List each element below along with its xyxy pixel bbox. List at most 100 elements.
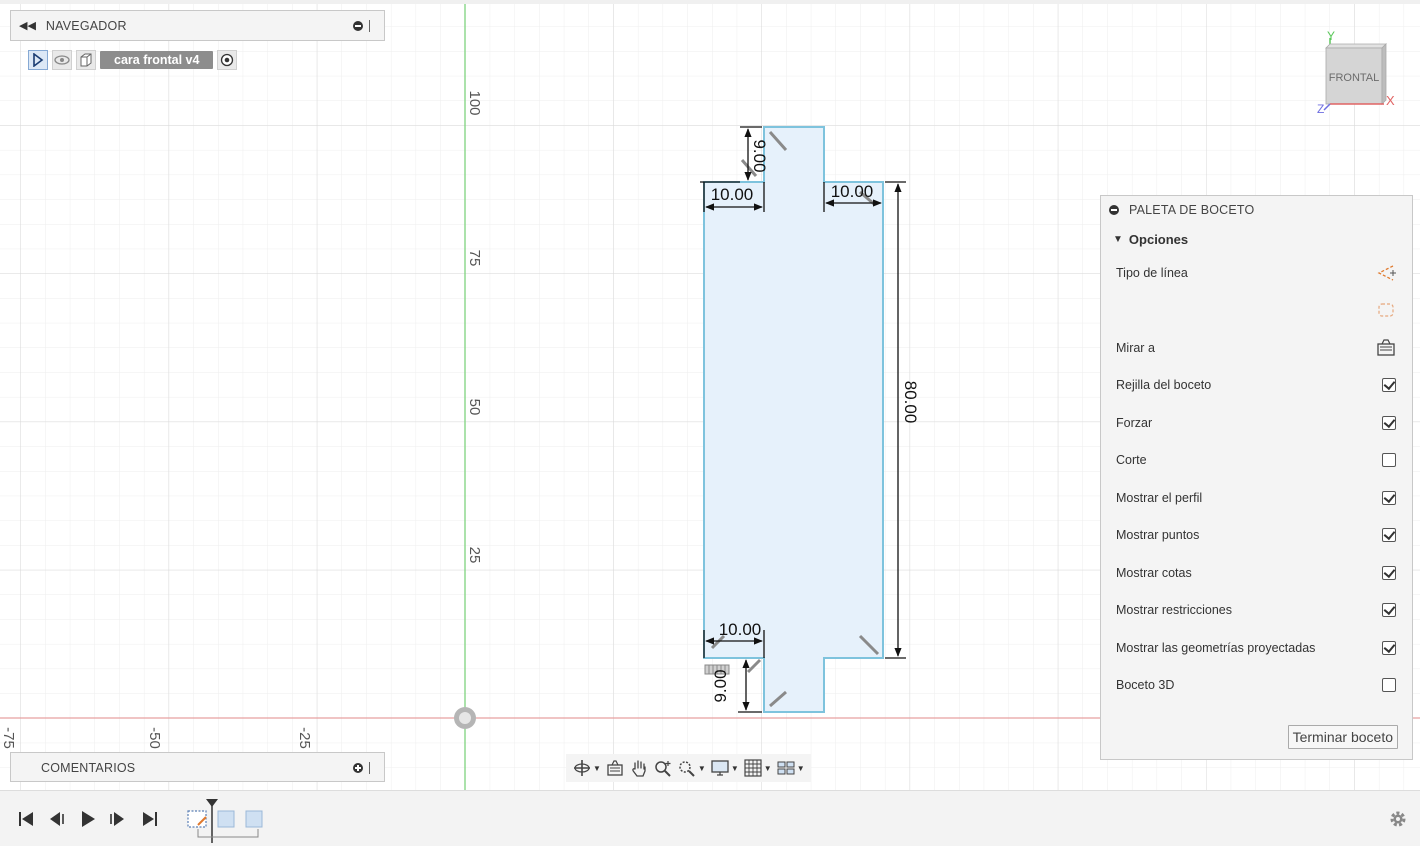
comments-title: COMENTARIOS xyxy=(41,760,136,775)
viewcube-x-label: X xyxy=(1386,93,1395,108)
look-at-icon[interactable] xyxy=(1376,338,1396,358)
viewports-icon[interactable]: ▼ xyxy=(776,756,805,780)
snap-checkbox[interactable] xyxy=(1382,415,1396,430)
visibility-eye-icon[interactable] xyxy=(52,50,72,70)
dim-total-height[interactable]: 80.00 xyxy=(901,381,920,424)
palette-row-show-constraints: Mostrar restricciones xyxy=(1101,592,1412,630)
v-tick-100: 100 xyxy=(466,90,483,115)
row-label: Corte xyxy=(1116,453,1147,468)
play-icon[interactable] xyxy=(78,809,98,829)
options-section-title: Opciones xyxy=(1128,231,1189,247)
row-label: Mostrar puntos xyxy=(1116,528,1200,543)
timeline-bar xyxy=(0,790,1420,846)
dim-top-height[interactable]: 9.00 xyxy=(750,139,769,172)
centerline-icon[interactable] xyxy=(1376,300,1396,320)
viewcube-y-label: Y xyxy=(1327,29,1335,43)
options-section-header[interactable]: ▼ Opciones xyxy=(1101,224,1412,254)
show-dimensions-checkbox[interactable] xyxy=(1382,565,1396,580)
row-label: Boceto 3D xyxy=(1116,678,1175,693)
palette-row-slice: Corte xyxy=(1101,442,1412,480)
look-at-icon[interactable] xyxy=(605,756,625,780)
fit-zoom-icon[interactable]: ▼ xyxy=(677,756,706,780)
navigator-title: NAVEGADOR xyxy=(45,18,127,33)
collapse-triangle-icon: ▼ xyxy=(1113,233,1123,245)
construction-line-icon[interactable] xyxy=(1376,263,1396,283)
navigation-toolbar: ▼ ▼ ▼ ▼ ▼ xyxy=(566,754,811,782)
palette-row-show-dimensions: Mostrar cotas xyxy=(1101,554,1412,592)
palette-row-show-projected: Mostrar las geometrías proyectadas xyxy=(1101,629,1412,667)
3d-sketch-checkbox[interactable] xyxy=(1382,678,1396,693)
go-to-start-icon[interactable] xyxy=(16,809,36,829)
row-label: Tipo de línea xyxy=(1116,265,1188,280)
display-settings-icon[interactable]: ▼ xyxy=(710,756,739,780)
row-label: Mostrar cotas xyxy=(1116,565,1192,580)
step-back-icon[interactable] xyxy=(46,809,66,829)
dim-top-right-width[interactable]: 10.00 xyxy=(831,182,874,201)
comments-header: COMENTARIOS xyxy=(11,753,384,782)
expand-triangle-icon[interactable] xyxy=(28,50,48,70)
palette-row-show-profile: Mostrar el perfil xyxy=(1101,479,1412,517)
palette-row-sketch-grid: Rejilla del boceto xyxy=(1101,367,1412,405)
palette-row-3d-sketch: Boceto 3D xyxy=(1101,667,1412,705)
panel-grip-icon[interactable] xyxy=(369,19,376,32)
slice-checkbox[interactable] xyxy=(1382,453,1396,468)
minimize-icon[interactable] xyxy=(1109,205,1119,215)
row-label: Mostrar restricciones xyxy=(1116,603,1232,618)
v-tick-25: 25 xyxy=(466,547,483,564)
viewcube-top-face[interactable] xyxy=(1325,43,1387,49)
origin-point[interactable] xyxy=(454,707,476,729)
activate-radio-icon[interactable] xyxy=(217,50,238,70)
timeline-features[interactable] xyxy=(184,799,274,843)
add-comment-icon[interactable] xyxy=(353,762,363,773)
panel-grip-icon[interactable] xyxy=(369,761,376,774)
grid-settings-icon[interactable]: ▼ xyxy=(743,756,772,780)
row-label: Rejilla del boceto xyxy=(1116,378,1212,393)
show-points-checkbox[interactable] xyxy=(1382,528,1396,543)
viewcube-z-label: Z xyxy=(1317,102,1324,116)
minimize-icon[interactable] xyxy=(353,20,363,31)
viewcube-face-label: FRONTAL xyxy=(1329,72,1380,84)
view-cube[interactable]: Y FRONTAL X Z xyxy=(1316,28,1406,118)
palette-row-centerline xyxy=(1101,292,1412,330)
show-profile-checkbox[interactable] xyxy=(1382,490,1396,505)
timeline-bracket xyxy=(197,829,259,838)
go-to-end-icon[interactable] xyxy=(140,809,160,829)
zoom-icon[interactable] xyxy=(653,756,673,780)
orbit-icon[interactable]: ▼ xyxy=(572,756,601,780)
settings-gear-icon[interactable] xyxy=(1388,809,1408,829)
h-tick-minus50: -50 xyxy=(146,727,163,749)
palette-header: PALETA DE BOCETO xyxy=(1101,196,1412,224)
v-tick-75: 75 xyxy=(466,250,483,267)
h-tick-minus25: -25 xyxy=(296,727,313,749)
show-projected-geometry-checkbox[interactable] xyxy=(1382,640,1396,655)
dim-bottom-height[interactable]: 9.00 xyxy=(711,669,730,702)
timeline-feature-3-icon[interactable] xyxy=(245,810,263,828)
dim-bottom-left-width[interactable]: 10.00 xyxy=(719,620,762,639)
v-tick-50: 50 xyxy=(466,399,483,416)
step-forward-icon[interactable] xyxy=(108,809,128,829)
component-name[interactable]: cara frontal v4 xyxy=(100,51,214,69)
sketch-palette: PALETA DE BOCETO ▼ Opciones Tipo de líne… xyxy=(1100,195,1413,760)
row-label: Forzar xyxy=(1116,415,1153,430)
viewcube-z-axis xyxy=(1323,103,1331,111)
pan-hand-icon[interactable] xyxy=(629,756,649,780)
h-tick-minus75: -75 xyxy=(0,727,17,749)
row-label: Mostrar el perfil xyxy=(1116,490,1203,505)
canvas-top-border xyxy=(0,0,1420,4)
navigator-header: ◀◀ NAVEGADOR xyxy=(11,11,384,40)
comments-panel: COMENTARIOS xyxy=(10,752,385,782)
navigator-panel: ◀◀ NAVEGADOR xyxy=(10,10,385,41)
sketch-grid-checkbox[interactable] xyxy=(1382,378,1396,393)
collapse-double-left-icon[interactable]: ◀◀ xyxy=(19,19,36,32)
component-box-icon[interactable] xyxy=(76,50,96,70)
row-label: Mirar a xyxy=(1116,340,1155,355)
row-label: Mostrar las geometrías proyectadas xyxy=(1116,640,1316,655)
show-constraints-checkbox[interactable] xyxy=(1382,603,1396,618)
palette-row-line-type: Tipo de línea xyxy=(1101,254,1412,292)
timeline-feature-2-icon[interactable] xyxy=(217,810,235,828)
palette-title: PALETA DE BOCETO xyxy=(1129,203,1255,217)
palette-row-snap: Forzar xyxy=(1101,404,1412,442)
palette-row-look-at: Mirar a xyxy=(1101,329,1412,367)
finish-sketch-button[interactable]: Terminar boceto xyxy=(1287,725,1398,749)
dim-top-left-width[interactable]: 10.00 xyxy=(711,185,754,204)
